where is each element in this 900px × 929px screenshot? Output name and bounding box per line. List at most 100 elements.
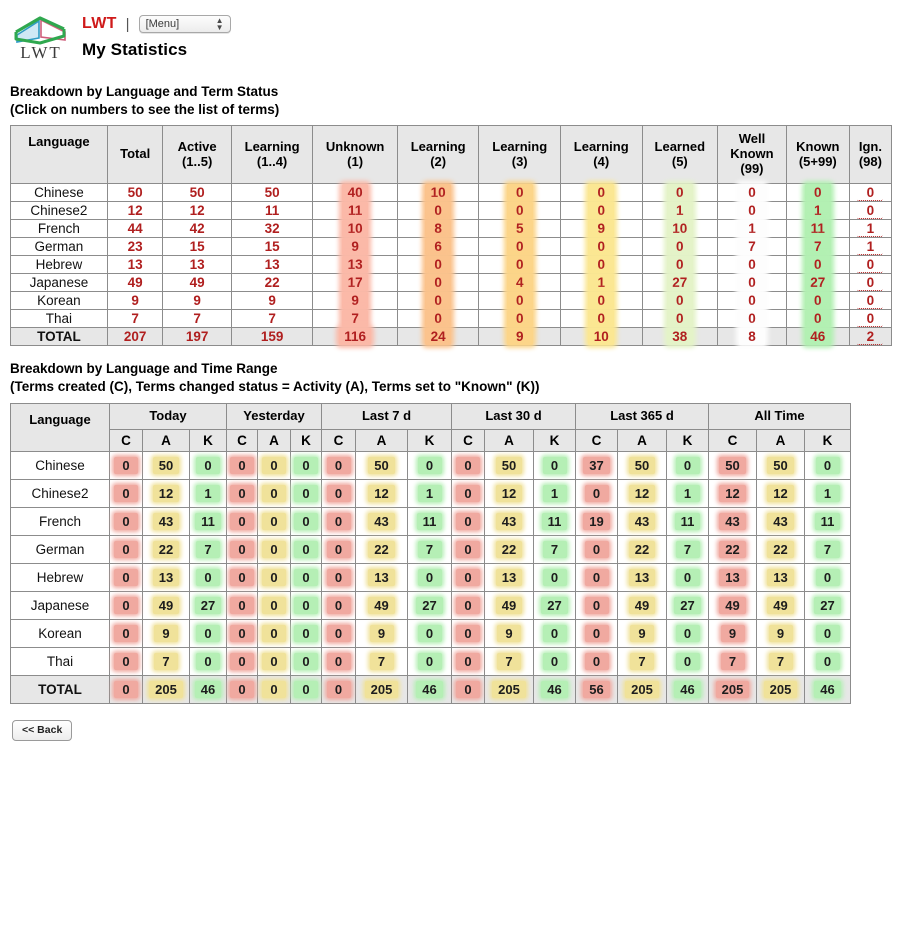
cell-last-365-d-k[interactable]: 0	[666, 647, 709, 677]
count-link[interactable]: 8	[425, 220, 452, 238]
cell-learned-5[interactable]: 0	[641, 255, 719, 275]
cell-ign-98[interactable]: 0	[848, 255, 893, 275]
cell-yesterday-a[interactable]: 0	[257, 563, 291, 593]
cell-well-known-99[interactable]: 0	[717, 291, 787, 311]
count-link[interactable]: 0	[417, 569, 442, 587]
cell-last-7-d-k[interactable]: 0	[407, 451, 452, 481]
count-link[interactable]: 0	[506, 310, 533, 328]
count-link[interactable]: 0	[506, 292, 533, 310]
count-link[interactable]: 0	[815, 569, 840, 587]
count-link[interactable]: 0	[666, 184, 693, 202]
cell-last-365-d-c[interactable]: 37	[575, 451, 618, 481]
cell-last-30-d-c[interactable]: 0	[451, 535, 485, 565]
count-link[interactable]: 0	[196, 653, 220, 671]
count-link[interactable]: 0	[230, 597, 254, 615]
cell-all-time-a[interactable]: 50	[756, 451, 805, 481]
count-link[interactable]: 0	[588, 292, 615, 310]
cell-unknown-1[interactable]: 116	[312, 327, 398, 347]
count-link[interactable]: 8	[738, 328, 765, 346]
count-link[interactable]: 7	[187, 310, 207, 327]
cell-last-30-d-a[interactable]: 13	[484, 563, 534, 593]
count-link[interactable]: 7	[417, 541, 442, 559]
cell-known-5-99[interactable]: 46	[785, 327, 850, 347]
count-link[interactable]: 205	[625, 681, 659, 699]
count-link[interactable]: 0	[230, 569, 254, 587]
cell-yesterday-k[interactable]: 0	[290, 591, 322, 621]
cell-last-30-d-c[interactable]: 0	[451, 563, 485, 593]
cell-last-30-d-k[interactable]: 11	[533, 507, 576, 537]
count-link[interactable]: 7	[815, 541, 840, 559]
count-link[interactable]: 4	[506, 274, 533, 292]
cell-active-1-5[interactable]: 12	[162, 201, 232, 221]
count-link[interactable]: 0	[584, 485, 609, 503]
count-link[interactable]: 7	[720, 653, 745, 671]
cell-unknown-1[interactable]: 40	[312, 183, 398, 203]
cell-learning-1-4[interactable]: 11	[230, 201, 314, 221]
count-link[interactable]: 11	[416, 513, 443, 531]
cell-learned-5[interactable]: 0	[641, 183, 719, 203]
cell-well-known-99[interactable]: 1	[717, 219, 787, 239]
cell-last-30-d-a[interactable]: 205	[484, 675, 534, 705]
cell-yesterday-c[interactable]: 0	[226, 479, 258, 509]
cell-well-known-99[interactable]: 0	[717, 183, 787, 203]
cell-active-1-5[interactable]: 197	[162, 327, 232, 347]
count-link[interactable]: 0	[456, 457, 480, 475]
cell-known-5-99[interactable]: 1	[785, 201, 850, 221]
count-link[interactable]: 1	[675, 485, 700, 503]
count-link[interactable]: 46	[674, 681, 701, 699]
cell-unknown-1[interactable]: 10	[312, 219, 398, 239]
cell-learning-3[interactable]: 5	[478, 219, 561, 239]
count-link[interactable]: 9	[342, 292, 369, 310]
cell-all-time-c[interactable]: 22	[708, 535, 757, 565]
cell-yesterday-k[interactable]: 0	[290, 619, 322, 649]
cell-ign-98[interactable]: 0	[848, 183, 893, 203]
cell-known-5-99[interactable]: 7	[785, 237, 850, 257]
cell-yesterday-a[interactable]: 0	[257, 619, 291, 649]
count-link[interactable]: 15	[187, 238, 207, 255]
count-link[interactable]: 9	[588, 220, 615, 238]
count-link[interactable]: 0	[666, 238, 693, 256]
count-link[interactable]: 22	[368, 541, 395, 559]
cell-last-365-d-a[interactable]: 7	[617, 647, 667, 677]
count-link[interactable]: 10	[666, 220, 693, 238]
cell-well-known-99[interactable]: 0	[717, 201, 787, 221]
cell-today-c[interactable]: 0	[109, 479, 143, 509]
count-link[interactable]: 9	[154, 625, 178, 643]
cell-last-365-d-c[interactable]: 0	[575, 535, 618, 565]
count-link[interactable]: 0	[326, 681, 351, 699]
count-link[interactable]: 9	[768, 625, 793, 643]
cell-learning-4[interactable]: 0	[559, 309, 643, 329]
menu-dropdown[interactable]: [Menu] ▲ ▼	[138, 15, 231, 33]
count-link[interactable]: 0	[230, 625, 254, 643]
cell-last-7-d-a[interactable]: 9	[355, 619, 408, 649]
cell-last-7-d-c[interactable]: 0	[321, 507, 356, 537]
cell-today-a[interactable]: 50	[142, 451, 190, 481]
cell-all-time-c[interactable]: 205	[708, 675, 757, 705]
cell-last-7-d-k[interactable]: 1	[407, 479, 452, 509]
count-link[interactable]: 22	[767, 541, 794, 559]
cell-ign-98[interactable]: 0	[848, 273, 893, 293]
count-link[interactable]: 0	[456, 485, 480, 503]
count-link[interactable]: 0	[738, 202, 765, 220]
count-link[interactable]: 0	[456, 541, 480, 559]
cell-learning-1-4[interactable]: 50	[230, 183, 314, 203]
cell-learning-4[interactable]: 0	[559, 237, 643, 257]
lwt-logo[interactable]: LWT	[10, 10, 72, 61]
count-link[interactable]: 0	[326, 457, 351, 475]
cell-active-1-5[interactable]: 13	[162, 255, 232, 275]
count-link[interactable]: 1	[815, 485, 840, 503]
count-link[interactable]: 0	[666, 292, 693, 310]
count-link[interactable]: 0	[262, 485, 286, 503]
count-link[interactable]: 0	[588, 202, 615, 220]
cell-known-5-99[interactable]: 0	[785, 183, 850, 203]
count-link[interactable]: 49	[125, 274, 145, 291]
cell-yesterday-c[interactable]: 0	[226, 535, 258, 565]
cell-yesterday-a[interactable]: 0	[257, 591, 291, 621]
count-link[interactable]: 1	[196, 485, 220, 503]
cell-learned-5[interactable]: 0	[641, 291, 719, 311]
cell-ign-98[interactable]: 1	[848, 237, 893, 257]
count-link[interactable]: 0	[815, 653, 840, 671]
cell-all-time-k[interactable]: 0	[804, 563, 851, 593]
count-link[interactable]: 0	[425, 292, 452, 310]
cell-all-time-c[interactable]: 13	[708, 563, 757, 593]
